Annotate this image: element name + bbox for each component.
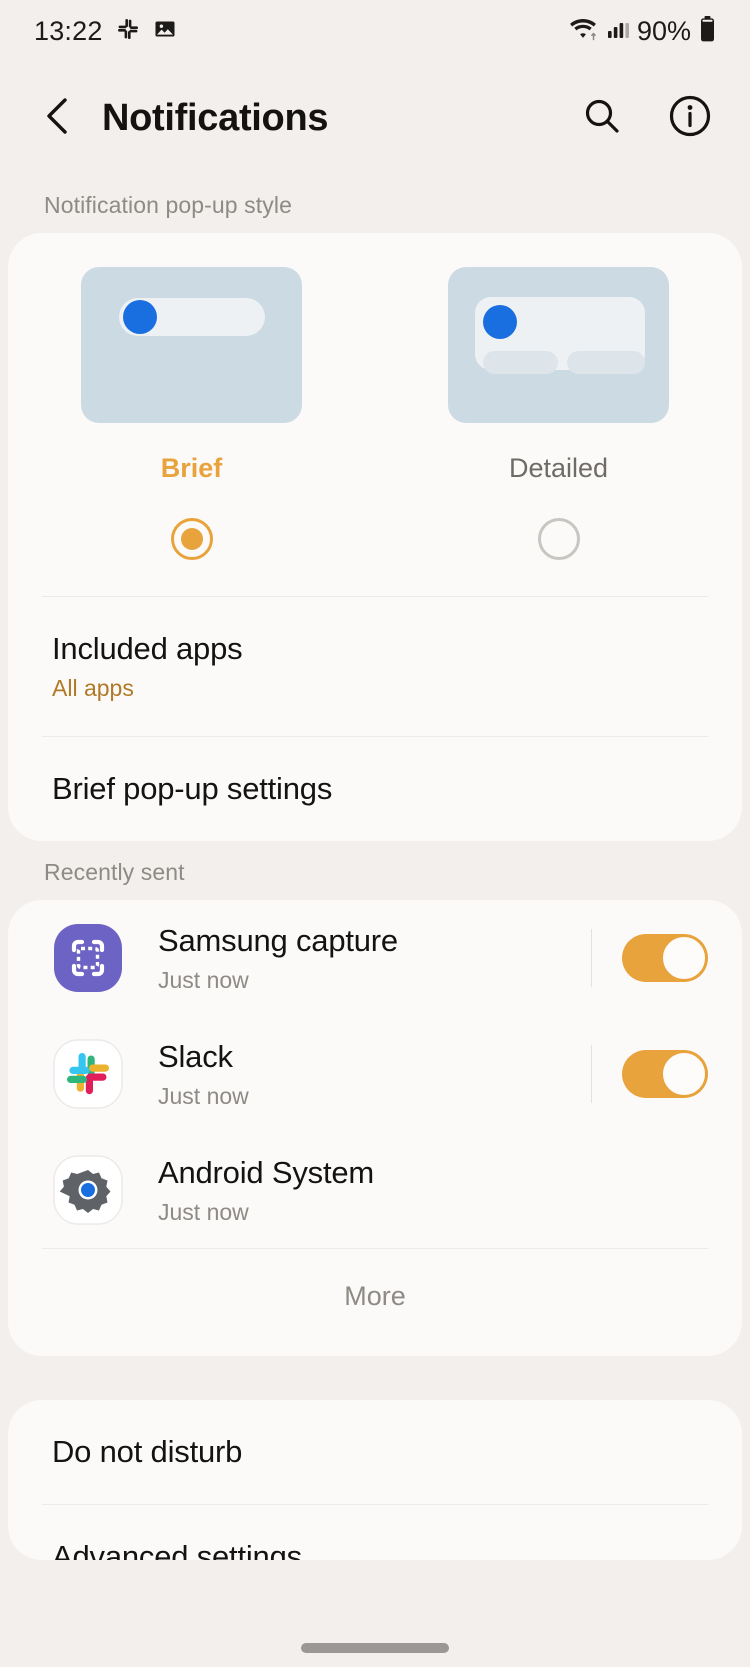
radio-detailed-icon — [537, 518, 580, 560]
brief-popup-settings-row[interactable]: Brief pop-up settings — [8, 737, 742, 841]
page-title: Notifications — [102, 96, 329, 139]
app-time: Just now — [158, 1198, 249, 1225]
info-icon — [668, 94, 712, 143]
slack-icon — [116, 17, 140, 46]
back-chevron-icon — [41, 96, 75, 141]
detailed-preview-bar-2 — [567, 351, 645, 374]
do-not-disturb-title: Do not disturb — [52, 1434, 243, 1469]
app-time: Just now — [158, 1082, 249, 1109]
search-icon — [581, 95, 623, 142]
toggle-separator — [591, 929, 592, 987]
included-apps-title: Included apps — [52, 631, 243, 666]
samsung-capture-icon — [52, 922, 124, 994]
info-button[interactable] — [664, 92, 716, 144]
status-bar-left: 13:22 — [34, 16, 177, 47]
toggle-samsung-capture[interactable] — [622, 934, 708, 982]
app-text-samsung-capture: Samsung capture Just now — [158, 923, 591, 994]
brief-preview-dot-icon — [123, 300, 157, 334]
advanced-settings-row[interactable]: Advanced settings — [8, 1505, 742, 1560]
app-name: Slack — [158, 1038, 233, 1074]
wifi-icon — [569, 16, 599, 47]
style-option-brief[interactable]: Brief — [8, 267, 375, 596]
app-name: Samsung capture — [158, 922, 398, 958]
toggle-separator — [591, 1045, 592, 1103]
recently-sent-section-label: Recently sent — [44, 859, 185, 885]
brief-preview-image — [81, 267, 302, 423]
style-option-detailed-radio[interactable] — [537, 518, 580, 560]
status-time: 13:22 — [34, 15, 103, 46]
style-option-brief-label: Brief — [160, 453, 223, 483]
app-text-android-system: Android System Just now — [158, 1155, 708, 1226]
app-time: Just now — [158, 966, 249, 993]
app-row-samsung-capture[interactable]: Samsung capture Just now — [8, 900, 742, 1016]
app-header: Notifications — [0, 62, 750, 174]
recently-sent-card: Samsung capture Just now Slack Just now … — [8, 900, 742, 1356]
back-button[interactable] — [30, 90, 86, 146]
detailed-preview-image — [448, 267, 669, 423]
app-name: Android System — [158, 1154, 375, 1190]
style-option-brief-radio[interactable] — [170, 518, 213, 560]
style-option-detailed[interactable]: Detailed — [375, 267, 742, 596]
detailed-preview-bar-1 — [483, 351, 558, 374]
app-row-slack[interactable]: Slack Just now — [8, 1016, 742, 1132]
android-system-gear-icon — [52, 1154, 124, 1226]
app-text-slack: Slack Just now — [158, 1039, 591, 1110]
popup-style-card: Brief Detailed Included apps All apps Br… — [8, 233, 742, 841]
image-icon — [153, 17, 177, 46]
radio-brief-icon — [170, 518, 213, 560]
slack-icon — [52, 1038, 124, 1110]
toggle-slack[interactable] — [622, 1050, 708, 1098]
home-gesture-bar[interactable] — [301, 1643, 449, 1653]
style-option-detailed-label: Detailed — [508, 453, 609, 483]
search-button[interactable] — [576, 92, 628, 144]
app-row-android-system[interactable]: Android System Just now — [8, 1132, 742, 1248]
status-bar: 13:22 90% — [0, 0, 750, 62]
popup-style-options: Brief Detailed — [8, 233, 742, 596]
included-apps-row[interactable]: Included apps All apps — [8, 597, 742, 736]
battery-percent: 90% — [636, 15, 691, 46]
battery-icon — [699, 15, 716, 48]
detailed-preview-dot-icon — [483, 305, 517, 339]
toggle-knob — [661, 1051, 707, 1097]
more-button[interactable]: More — [8, 1249, 742, 1356]
status-bar-right: 90% — [569, 15, 716, 48]
bottom-settings-card: Do not disturb Advanced settings — [8, 1400, 742, 1560]
popup-style-section-label: Notification pop-up style — [44, 192, 292, 218]
advanced-settings-title: Advanced settings — [52, 1539, 302, 1560]
notifications-settings-screen: 13:22 90% Notifications Notification pop… — [0, 0, 750, 1667]
brief-popup-settings-title: Brief pop-up settings — [52, 771, 333, 806]
signal-icon — [607, 17, 629, 46]
included-apps-subtitle: All apps — [52, 675, 134, 701]
do-not-disturb-row[interactable]: Do not disturb — [8, 1400, 742, 1504]
toggle-knob — [661, 935, 707, 981]
header-actions — [576, 92, 716, 144]
